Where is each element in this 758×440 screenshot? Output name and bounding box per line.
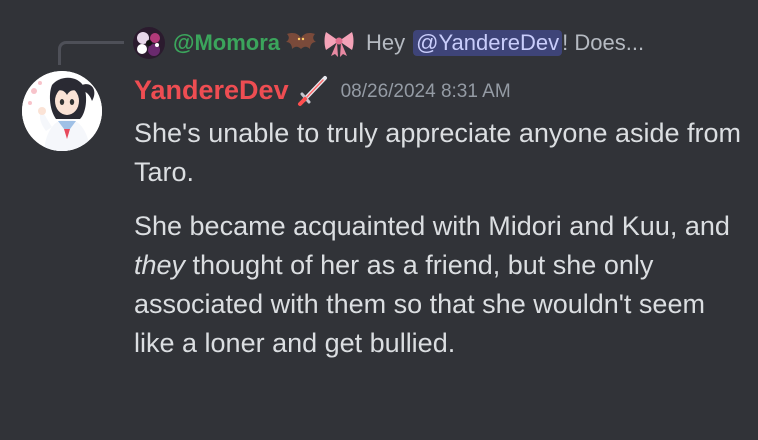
message-content: She's unable to truly appreciate anyone …	[134, 114, 744, 363]
author-avatar[interactable]	[22, 71, 102, 151]
reply-connector-line	[58, 41, 124, 65]
user-mention[interactable]: @YandereDev	[413, 30, 563, 56]
reply-avatar[interactable]	[133, 27, 165, 59]
reply-text: Hey	[366, 30, 406, 55]
ribbon-emoji-icon	[321, 28, 357, 58]
message-text: She became acquainted with Midori and Ku…	[134, 211, 730, 241]
author-username[interactable]: YandereDev	[134, 75, 289, 106]
emphasized-text: they	[134, 250, 186, 280]
message-timestamp: 08/26/2024 8:31 AM	[340, 80, 511, 102]
reply-text-continued: ! Does...	[562, 30, 645, 55]
message-paragraph: She's unable to truly appreciate anyone …	[134, 118, 742, 187]
message-header: YandereDev 08/26/2024 8:31 AM	[134, 70, 511, 110]
reply-preview[interactable]: @Momora Hey @YandereDev ! Does...	[133, 26, 644, 60]
message-paragraph: She became acquainted with Midori and Ku…	[134, 207, 744, 363]
message-text: thought of her as a friend, but she only…	[134, 250, 705, 358]
reply-author-name[interactable]: @Momora	[173, 30, 280, 56]
bat-emoji-icon	[283, 28, 319, 58]
sword-icon	[295, 72, 331, 108]
